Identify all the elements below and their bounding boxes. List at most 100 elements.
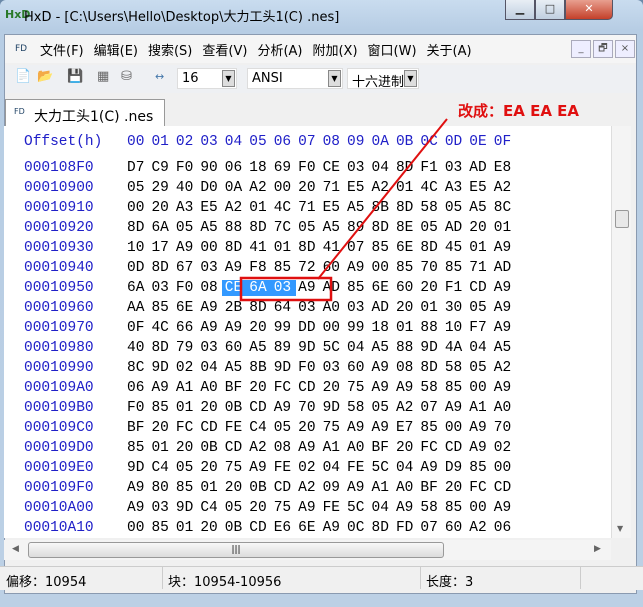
hex-byte[interactable]: 20: [445, 480, 467, 496]
hex-byte[interactable]: A9: [494, 240, 516, 256]
hex-byte[interactable]: A9: [347, 260, 369, 276]
hex-byte[interactable]: A3: [176, 200, 198, 216]
hex-byte[interactable]: A9: [176, 240, 198, 256]
hex-byte[interactable]: 4C: [420, 180, 442, 196]
hex-byte[interactable]: 00: [494, 460, 516, 476]
hex-byte[interactable]: 72: [298, 260, 320, 276]
hex-byte[interactable]: 85: [469, 460, 491, 476]
hex-byte[interactable]: 01: [151, 440, 173, 456]
hex-byte[interactable]: F0: [176, 160, 198, 176]
hex-byte[interactable]: 08: [200, 280, 222, 296]
hex-byte[interactable]: 40: [127, 340, 149, 356]
hex-byte[interactable]: 03: [347, 300, 369, 316]
hex-byte[interactable]: 17: [151, 240, 173, 256]
hex-byte[interactable]: 85: [176, 480, 198, 496]
vertical-scroll-thumb[interactable]: [615, 210, 629, 228]
mdi-restore-button[interactable]: 🗗: [593, 40, 613, 58]
hex-byte[interactable]: 8D: [420, 240, 442, 256]
hex-byte[interactable]: A9: [494, 320, 516, 336]
hex-byte[interactable]: 88: [396, 340, 418, 356]
hex-byte[interactable]: A2: [494, 360, 516, 376]
hex-byte[interactable]: 03: [323, 360, 345, 376]
hex-byte[interactable]: C9: [151, 160, 173, 176]
hex-byte[interactable]: 29: [151, 180, 173, 196]
hex-byte[interactable]: BF: [127, 420, 149, 436]
hex-byte[interactable]: 41: [323, 240, 345, 256]
hex-byte[interactable]: 01: [420, 300, 442, 316]
hex-editor[interactable]: Offset(h) 00 01 02 03 04 05 06 07 08 09 0A 0B 0C 0D 0E 0…: [4, 126, 611, 538]
hex-byte[interactable]: 8B: [372, 200, 394, 216]
hex-byte[interactable]: 5C: [347, 500, 369, 516]
hex-byte[interactable]: 01: [396, 320, 418, 336]
hex-byte[interactable]: 8D: [372, 520, 394, 536]
hex-byte[interactable]: A5: [249, 340, 271, 356]
hex-byte[interactable]: 06: [494, 520, 516, 536]
hex-byte[interactable]: 07: [347, 240, 369, 256]
hex-byte[interactable]: 64: [274, 300, 296, 316]
hex-byte[interactable]: CD: [249, 520, 271, 536]
save-icon[interactable]: 💾: [67, 69, 83, 84]
hex-byte[interactable]: 01: [200, 480, 222, 496]
hex-byte[interactable]: A5: [469, 200, 491, 216]
hex-byte[interactable]: A0: [200, 380, 222, 396]
hex-byte[interactable]: A2: [494, 180, 516, 196]
hex-byte[interactable]: 00: [372, 260, 394, 276]
hex-byte[interactable]: A9: [127, 500, 149, 516]
hex-byte[interactable]: 71: [323, 180, 345, 196]
hex-byte[interactable]: A2: [225, 200, 247, 216]
hex-byte[interactable]: 8D: [249, 300, 271, 316]
hex-byte[interactable]: A2: [249, 180, 271, 196]
menu-item[interactable]: 关于(A): [422, 40, 477, 59]
hex-byte[interactable]: 60: [445, 520, 467, 536]
hex-byte[interactable]: A2: [249, 440, 271, 456]
hex-byte[interactable]: 6A: [151, 220, 173, 236]
hex-byte[interactable]: 05: [420, 220, 442, 236]
hex-byte[interactable]: A9: [347, 480, 369, 496]
display-mode-select[interactable]: 十六进制 ▼: [347, 68, 419, 89]
hex-byte[interactable]: 7C: [274, 220, 296, 236]
hex-byte[interactable]: 9D: [323, 400, 345, 416]
hex-byte[interactable]: 05: [274, 420, 296, 436]
selected-byte[interactable]: CE: [221, 280, 247, 296]
hex-byte[interactable]: CD: [469, 280, 491, 296]
chevron-down-icon[interactable]: ▼: [404, 70, 417, 87]
hex-byte[interactable]: 85: [372, 240, 394, 256]
hex-byte[interactable]: AD: [372, 300, 394, 316]
hex-byte[interactable]: 0C: [347, 520, 369, 536]
hex-byte[interactable]: AA: [127, 300, 149, 316]
hex-byte[interactable]: 03: [445, 160, 467, 176]
menu-item[interactable]: 分析(A): [252, 40, 307, 59]
hex-byte[interactable]: 75: [225, 460, 247, 476]
hex-byte[interactable]: 58: [420, 380, 442, 396]
hex-byte[interactable]: A2: [469, 520, 491, 536]
hex-byte[interactable]: 89: [274, 340, 296, 356]
hex-byte[interactable]: 07: [420, 520, 442, 536]
hex-byte[interactable]: A1: [372, 480, 394, 496]
hex-byte[interactable]: 20: [396, 300, 418, 316]
hex-byte[interactable]: 18: [249, 160, 271, 176]
hex-byte[interactable]: 75: [274, 500, 296, 516]
hex-byte[interactable]: 00: [127, 200, 149, 216]
hex-byte[interactable]: 01: [176, 520, 198, 536]
hex-byte[interactable]: A9: [494, 280, 516, 296]
hex-byte[interactable]: 8C: [494, 200, 516, 216]
hex-byte[interactable]: A9: [420, 460, 442, 476]
hex-byte[interactable]: 06: [127, 380, 149, 396]
hex-byte[interactable]: 9D: [274, 360, 296, 376]
chevron-down-icon[interactable]: ▼: [328, 70, 341, 87]
hex-byte[interactable]: A5: [200, 220, 222, 236]
hex-byte[interactable]: 4A: [445, 340, 467, 356]
hex-byte[interactable]: BF: [225, 380, 247, 396]
hex-byte[interactable]: 20: [151, 200, 173, 216]
hex-byte[interactable]: 20: [323, 380, 345, 396]
maximize-button[interactable]: □: [535, 0, 565, 20]
hex-byte[interactable]: 8D: [372, 220, 394, 236]
hex-byte[interactable]: 20: [200, 520, 222, 536]
hex-byte[interactable]: 8D: [151, 340, 173, 356]
hex-byte[interactable]: F1: [420, 160, 442, 176]
hex-byte[interactable]: F8: [249, 260, 271, 276]
hex-byte[interactable]: 05: [469, 360, 491, 376]
hex-byte[interactable]: 20: [151, 420, 173, 436]
hex-byte[interactable]: A9: [372, 380, 394, 396]
hex-byte[interactable]: CD: [225, 440, 247, 456]
